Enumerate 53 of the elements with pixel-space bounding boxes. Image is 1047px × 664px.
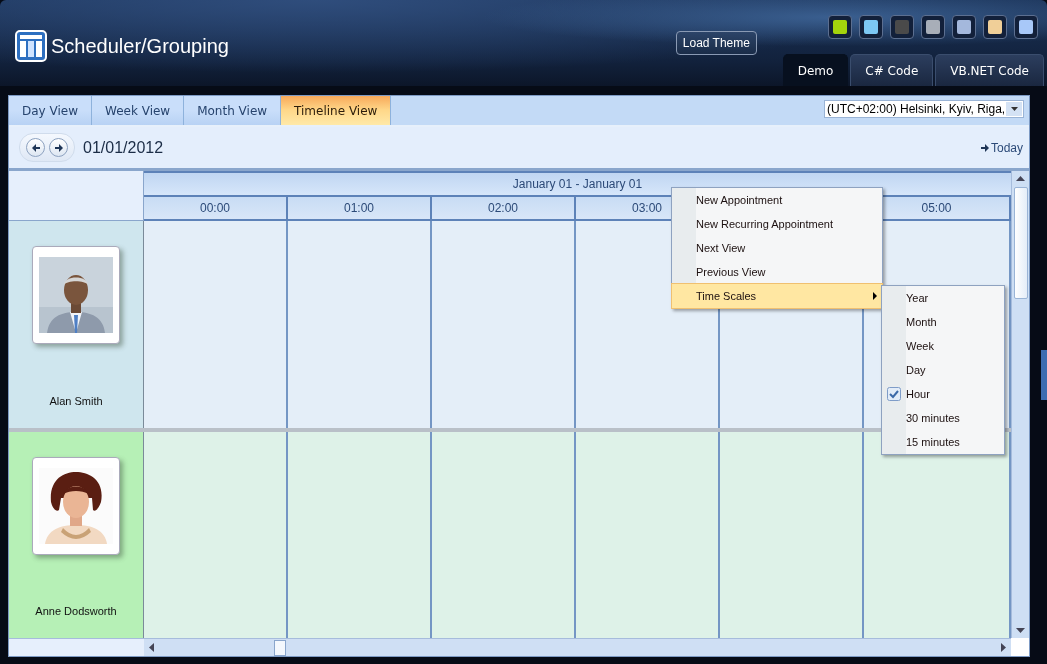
- menu-item[interactable]: Month: [882, 310, 1004, 334]
- scroll-thumb[interactable]: [274, 639, 286, 656]
- resource-name: Anne Dodsworth: [35, 605, 117, 617]
- scrollbar-corner: [1011, 638, 1029, 656]
- hour-header: 01:00: [288, 197, 432, 219]
- arrow-icon: [979, 142, 990, 153]
- checkmark-icon: [887, 387, 901, 401]
- menu-item[interactable]: Year: [882, 286, 1004, 310]
- code-tab[interactable]: Demo: [782, 54, 849, 86]
- logo-icon: [15, 30, 47, 62]
- menu-item[interactable]: Day: [882, 358, 1004, 382]
- view-tab[interactable]: Day View: [9, 96, 92, 125]
- vertical-scrollbar[interactable]: [1011, 171, 1029, 638]
- theme-swatch[interactable]: [1014, 15, 1038, 39]
- hour-header: 00:00: [144, 197, 288, 219]
- menu-item[interactable]: Hour: [882, 382, 1004, 406]
- menu-item[interactable]: 15 minutes: [882, 430, 1004, 454]
- scroll-down-icon[interactable]: [1016, 628, 1025, 633]
- theme-swatch[interactable]: [828, 15, 852, 39]
- date-range-header: January 01 - January 01: [144, 171, 1011, 197]
- collapse-handle[interactable]: [1041, 350, 1047, 400]
- scroll-up-icon[interactable]: [1016, 176, 1025, 181]
- menu-item[interactable]: Next View: [672, 236, 882, 260]
- menu-item[interactable]: 30 minutes: [882, 406, 1004, 430]
- menu-item[interactable]: Previous View: [672, 260, 882, 284]
- view-tab[interactable]: Timeline View: [281, 96, 392, 125]
- resource-name: Alan Smith: [49, 394, 103, 407]
- theme-swatch[interactable]: [890, 15, 914, 39]
- next-button[interactable]: [49, 138, 68, 157]
- timezone-dropdown[interactable]: (UTC+02:00) Helsinki, Kyiv, Riga,: [824, 100, 1024, 118]
- view-tab[interactable]: Month View: [184, 96, 282, 125]
- scroll-thumb[interactable]: [1013, 187, 1028, 299]
- right-arrow-icon: [53, 142, 64, 153]
- caret-icon: [1010, 107, 1018, 111]
- theme-swatch[interactable]: [859, 15, 883, 39]
- app-title: Scheduler/Grouping: [51, 34, 229, 58]
- previous-button[interactable]: [26, 138, 45, 157]
- current-date: 01/01/2012: [83, 138, 164, 157]
- scroll-left-icon[interactable]: [149, 643, 154, 652]
- code-tab[interactable]: C# Code: [850, 54, 934, 86]
- theme-swatch[interactable]: [983, 15, 1007, 39]
- horizontal-scrollbar[interactable]: [144, 638, 1011, 656]
- left-arrow-icon: [30, 142, 41, 153]
- load-theme-button[interactable]: Load Theme: [675, 31, 757, 55]
- theme-swatch[interactable]: [952, 15, 976, 39]
- view-tab[interactable]: Week View: [92, 96, 185, 125]
- menu-item[interactable]: Week: [882, 334, 1004, 358]
- menu-item[interactable]: Time Scales: [672, 284, 882, 308]
- today-link[interactable]: Today: [979, 140, 1023, 155]
- scroll-right-icon[interactable]: [1001, 643, 1006, 652]
- theme-swatch[interactable]: [921, 15, 945, 39]
- hour-header: 02:00: [432, 197, 576, 219]
- code-tab[interactable]: VB.NET Code: [935, 54, 1044, 86]
